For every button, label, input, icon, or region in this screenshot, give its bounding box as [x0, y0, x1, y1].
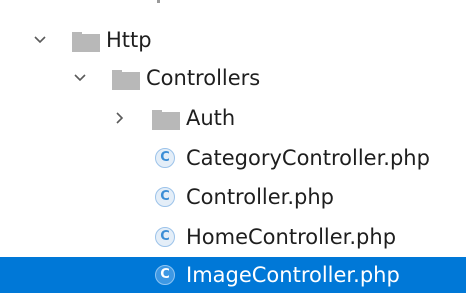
php-class-icon: C	[155, 227, 175, 247]
tree-item-label: ImageController.php	[186, 263, 400, 287]
tree-item-label: Controller.php	[186, 185, 335, 209]
tree-item-controller[interactable]: C Controller.php	[0, 177, 466, 217]
php-class-icon: C	[155, 148, 175, 168]
tree-item-label: Http	[106, 28, 152, 52]
folder-icon	[152, 110, 180, 130]
php-class-icon: C	[155, 265, 175, 285]
tree-item-label: HomeController.php	[186, 225, 397, 249]
project-tree: Http Controllers Auth C CategoryControll…	[0, 0, 466, 293]
chevron-down-icon[interactable]	[72, 70, 88, 86]
tree-item-label: Auth	[186, 106, 236, 130]
chevron-down-icon[interactable]	[32, 32, 48, 48]
tree-edge-mark	[157, 0, 160, 3]
tree-item-auth[interactable]: Auth	[0, 98, 466, 138]
tree-item-label: CategoryController.php	[186, 146, 430, 170]
tree-item-http[interactable]: Http	[0, 20, 466, 60]
php-class-icon: C	[155, 187, 175, 207]
folder-icon	[72, 32, 100, 52]
folder-icon	[112, 70, 140, 90]
chevron-right-icon[interactable]	[112, 110, 128, 126]
tree-item-imagecontroller[interactable]: C ImageController.php	[0, 257, 466, 293]
tree-item-homecontroller[interactable]: C HomeController.php	[0, 217, 466, 257]
tree-item-categorycontroller[interactable]: C CategoryController.php	[0, 138, 466, 178]
tree-item-label: Controllers	[146, 66, 261, 90]
tree-item-controllers[interactable]: Controllers	[0, 58, 466, 98]
